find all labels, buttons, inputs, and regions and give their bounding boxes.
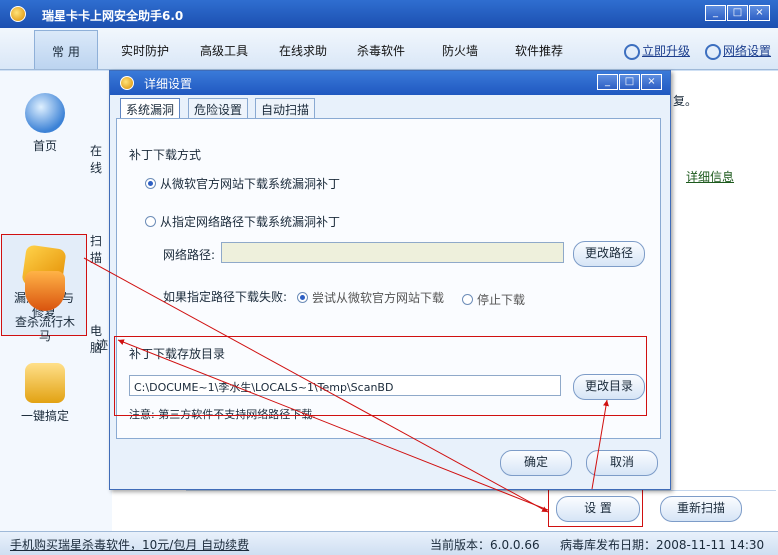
upgrade-icon <box>624 43 640 60</box>
dialog-title: 详细设置 <box>144 77 193 91</box>
dialog-close-button[interactable]: × <box>641 74 662 90</box>
radio-official-site[interactable]: 从微软官方网站下载系统漏洞补丁 <box>145 175 340 192</box>
left-sidebar: 首页 漏洞扫描与修复 查杀流行木马 一键搞定 <box>0 71 90 531</box>
menu-item-advanced-tools[interactable]: 高级工具 <box>200 42 248 59</box>
detail-settings-dialog: 详细设置 _ □ × 系统漏洞 危险设置 自动扫描 补丁下载方式 从微软官方网站… <box>109 70 671 490</box>
rescan-button[interactable]: 重新扫描 <box>660 496 742 522</box>
menu-item-firewall[interactable]: 防火墙 <box>442 42 478 59</box>
nav-partial-label: 迹 <box>96 338 109 352</box>
menu-item-software[interactable]: 软件推荐 <box>515 42 563 59</box>
content-text-fragment: 复。 <box>673 94 698 108</box>
app-title: 瑞星卡卡上网安全助手6.0 <box>42 9 184 23</box>
status-bar: 手机购买瑞星杀毒软件，10元/包月 自动续费 当前版本：6.0.0.66 病毒库… <box>0 531 778 555</box>
nav-item-one-click[interactable]: 一键搞定 <box>6 363 84 424</box>
nav-item-trojan-kill[interactable]: 查杀流行木马 <box>6 271 84 343</box>
menu-item-common[interactable]: 常 用 <box>34 30 98 69</box>
radio-icon <box>462 294 473 305</box>
maximize-button[interactable]: □ <box>727 5 748 21</box>
cursor-icon <box>25 363 65 403</box>
app-icon <box>10 6 26 22</box>
promo-link[interactable]: 手机购买瑞星杀毒软件，10元/包月 自动续费 <box>10 536 249 553</box>
radio-custom-path[interactable]: 从指定网络路径下载系统漏洞补丁 <box>145 213 340 230</box>
dialog-maximize-button[interactable]: □ <box>619 74 640 90</box>
network-settings-link[interactable]: 网络设置 <box>705 42 771 60</box>
download-method-title: 补丁下载方式 <box>129 148 202 162</box>
radio-selected-icon <box>297 292 308 303</box>
change-path-button[interactable]: 更改路径 <box>573 241 645 267</box>
network-icon <box>705 43 721 60</box>
radio-stop-download[interactable]: 停止下载 <box>462 291 525 308</box>
menu-item-online-help[interactable]: 在线求助 <box>279 42 327 59</box>
menu-item-realtime[interactable]: 实时防护 <box>121 42 169 59</box>
fail-action-label: 如果指定路径下载失败: <box>163 290 288 304</box>
radio-icon <box>145 216 156 227</box>
tab-auto-scan[interactable]: 自动扫描 <box>255 98 316 118</box>
home-icon <box>25 93 65 133</box>
highlight-settings <box>548 489 643 527</box>
radio-selected-icon <box>145 178 156 189</box>
upgrade-link[interactable]: 立即升级 <box>624 42 690 60</box>
minimize-button[interactable]: _ <box>705 5 726 21</box>
main-titlebar: 瑞星卡卡上网安全助手6.0 _ □ × <box>0 0 778 28</box>
nav-item-home[interactable]: 首页 <box>6 93 84 154</box>
menu-item-antivirus[interactable]: 杀毒软件 <box>357 42 405 59</box>
dialog-minimize-button[interactable]: _ <box>597 74 618 90</box>
ok-button[interactable]: 确定 <box>500 450 572 476</box>
content-divider <box>186 490 776 491</box>
main-menubar: 常 用 实时防护 高级工具 在线求助 杀毒软件 防火墙 软件推荐 立即升级 网络… <box>0 28 778 70</box>
virus-db-date: 病毒库发布日期：2008-11-11 14:30 <box>560 538 765 552</box>
shield-icon <box>25 271 65 311</box>
version-text: 当前版本：6.0.0.66 <box>430 538 540 552</box>
highlight-download-dir <box>114 336 647 416</box>
cancel-button[interactable]: 取消 <box>586 450 658 476</box>
net-path-label: 网络路径: <box>163 248 216 262</box>
app-icon <box>120 76 134 90</box>
net-path-field[interactable] <box>221 242 564 263</box>
close-button[interactable]: × <box>749 5 770 21</box>
tab-system-vulnerability[interactable]: 系统漏洞 <box>120 98 181 118</box>
dialog-titlebar: 详细设置 _ □ × <box>110 71 670 95</box>
radio-retry-official[interactable]: 尝试从微软官方网站下载 <box>297 289 444 306</box>
tab-danger-settings[interactable]: 危险设置 <box>188 98 249 118</box>
details-link[interactable]: 详细信息 <box>686 168 734 185</box>
